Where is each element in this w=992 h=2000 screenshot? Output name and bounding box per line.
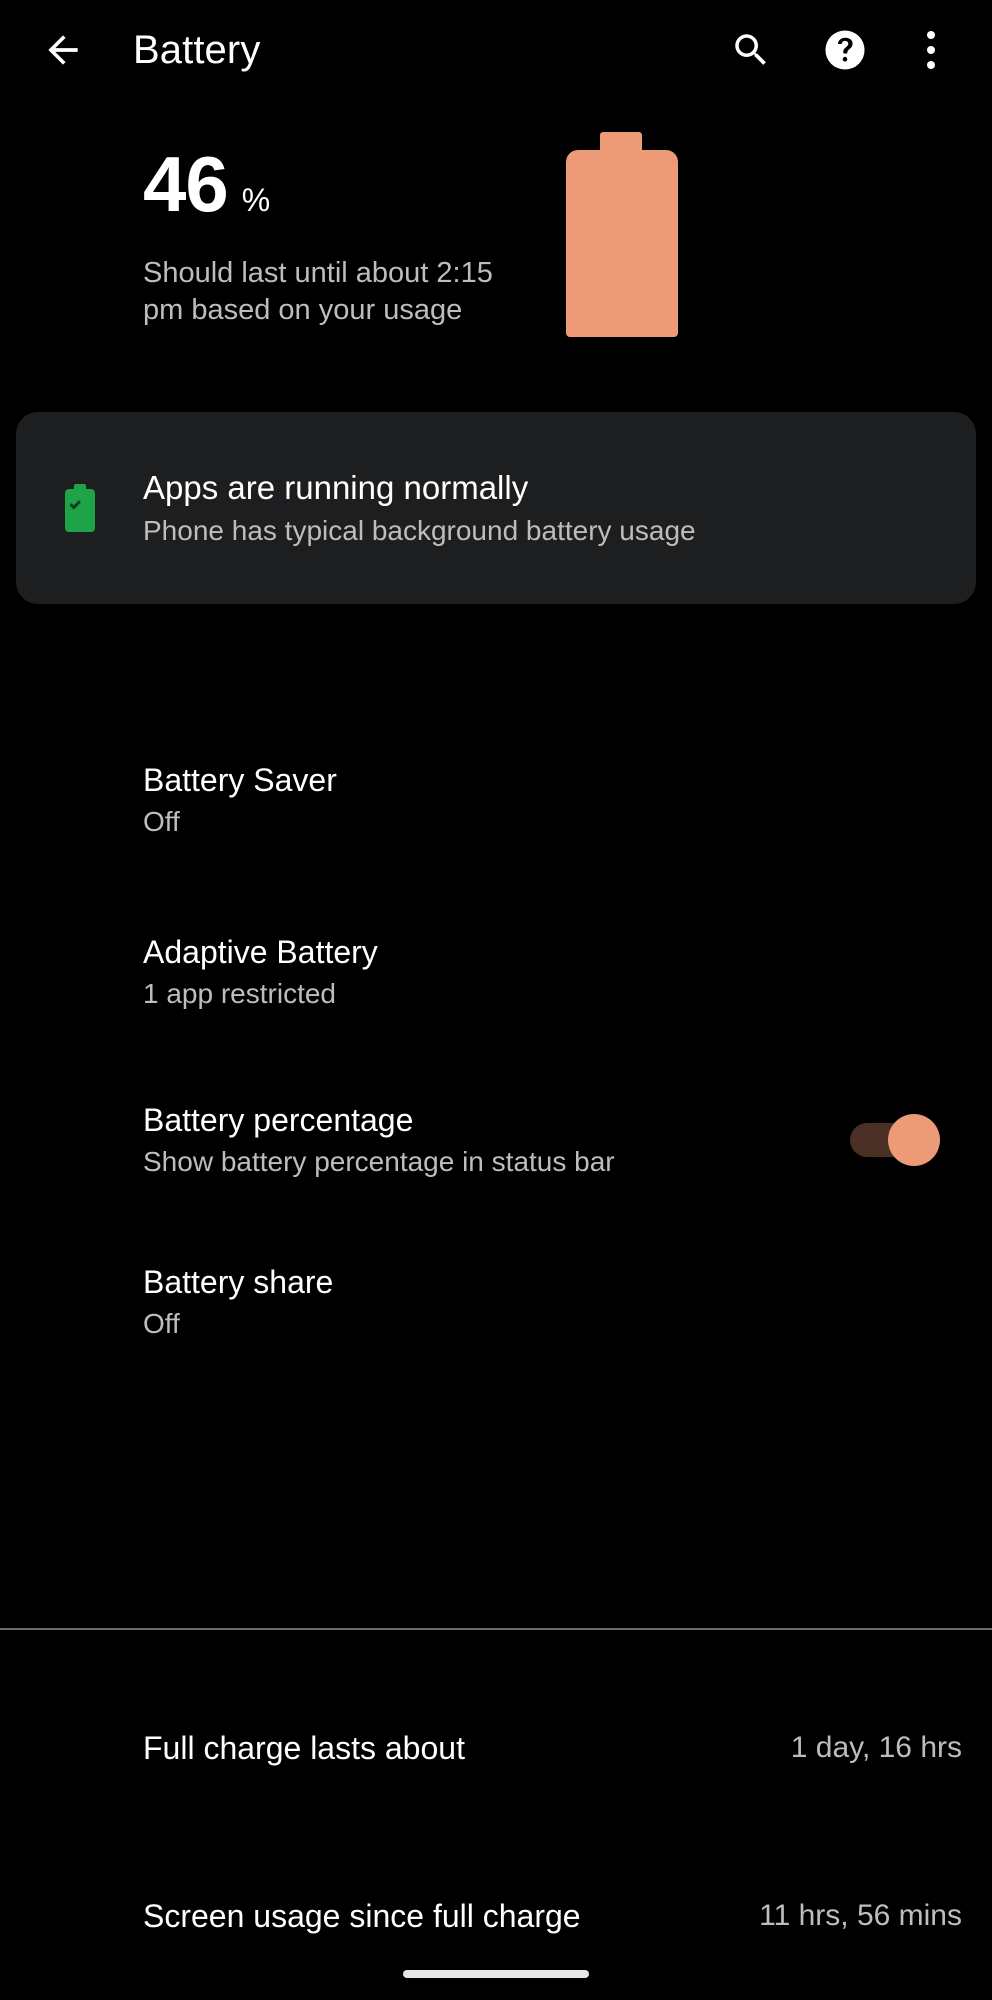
battery-check-icon	[64, 484, 95, 532]
stat-label: Screen usage since full charge	[143, 1898, 581, 1934]
pref-text-block: Adaptive Battery 1 app restricted	[143, 932, 962, 1012]
battery-tip-card[interactable]: Apps are running normally Phone has typi…	[16, 412, 976, 604]
battery-percent-value: 46	[143, 140, 229, 228]
stat-label: Full charge lasts about	[143, 1730, 465, 1766]
home-gesture-bar[interactable]	[403, 1970, 589, 1978]
battery-estimate-text: Should last until about 2:15 pm based on…	[143, 257, 493, 326]
battery-percentage-toggle[interactable]	[850, 1114, 940, 1166]
tip-text-block: Apps are running normally Phone has typi…	[143, 468, 976, 549]
check-mark-icon	[69, 500, 81, 510]
battery-preference-list: Battery Saver Off Adaptive Battery 1 app…	[0, 626, 992, 1354]
back-button[interactable]	[30, 17, 96, 83]
pref-battery-saver[interactable]: Battery Saver Off	[0, 748, 992, 852]
stat-value: 11 hrs, 56 mins	[759, 1899, 962, 1932]
help-button[interactable]	[810, 15, 880, 85]
pref-title: Adaptive Battery	[143, 934, 378, 970]
pref-summary: Off	[143, 806, 180, 837]
help-circle-icon	[825, 30, 865, 70]
overflow-menu-icon	[927, 31, 935, 69]
pref-adaptive-battery[interactable]: Adaptive Battery 1 app restricted	[0, 920, 992, 1024]
toggle-thumb	[888, 1114, 940, 1166]
battery-stats-section: Full charge lasts about 1 day, 16 hrs Sc…	[0, 1630, 992, 1976]
pref-battery-percentage[interactable]: Battery percentage Show battery percenta…	[0, 1088, 992, 1192]
pref-title: Battery share	[143, 1264, 334, 1300]
pref-title: Battery percentage	[143, 1102, 414, 1138]
battery-summary: 46 % Should last until about 2:15 pm bas…	[0, 126, 992, 416]
search-icon	[735, 34, 766, 65]
stat-screen-usage: Screen usage since full charge 11 hrs, 5…	[0, 1856, 992, 1976]
pref-text-block: Battery Saver Off	[143, 760, 962, 840]
pref-title: Battery Saver	[143, 762, 337, 798]
tip-icon-container	[16, 484, 143, 532]
pref-battery-share[interactable]: Battery share Off	[0, 1250, 992, 1354]
pref-text-block: Battery share Off	[143, 1262, 962, 1342]
arrow-left-icon	[48, 35, 78, 65]
pref-summary: 1 app restricted	[143, 978, 336, 1009]
pref-summary: Off	[143, 1308, 180, 1339]
battery-full-illustration	[566, 132, 678, 337]
overflow-menu-button[interactable]	[896, 15, 966, 85]
battery-illustration-body	[566, 150, 678, 337]
battery-percentage-display: 46 %	[143, 145, 270, 223]
app-bar: Battery	[0, 0, 992, 100]
tip-description: Phone has typical background battery usa…	[143, 514, 696, 546]
tip-title: Apps are running normally	[143, 468, 529, 506]
battery-illustration-cap	[600, 132, 642, 152]
pref-summary: Show battery percentage in status bar	[143, 1146, 615, 1177]
stat-value: 1 day, 16 hrs	[790, 1731, 962, 1764]
page-title: Battery	[133, 27, 261, 72]
battery-settings-screen: Battery 46 % Should last until about 2:1…	[0, 0, 992, 2000]
stat-full-charge-lasts: Full charge lasts about 1 day, 16 hrs	[0, 1688, 992, 1808]
search-button[interactable]	[716, 15, 786, 85]
pref-text-block: Battery percentage Show battery percenta…	[143, 1100, 850, 1180]
percent-symbol: %	[241, 182, 271, 218]
